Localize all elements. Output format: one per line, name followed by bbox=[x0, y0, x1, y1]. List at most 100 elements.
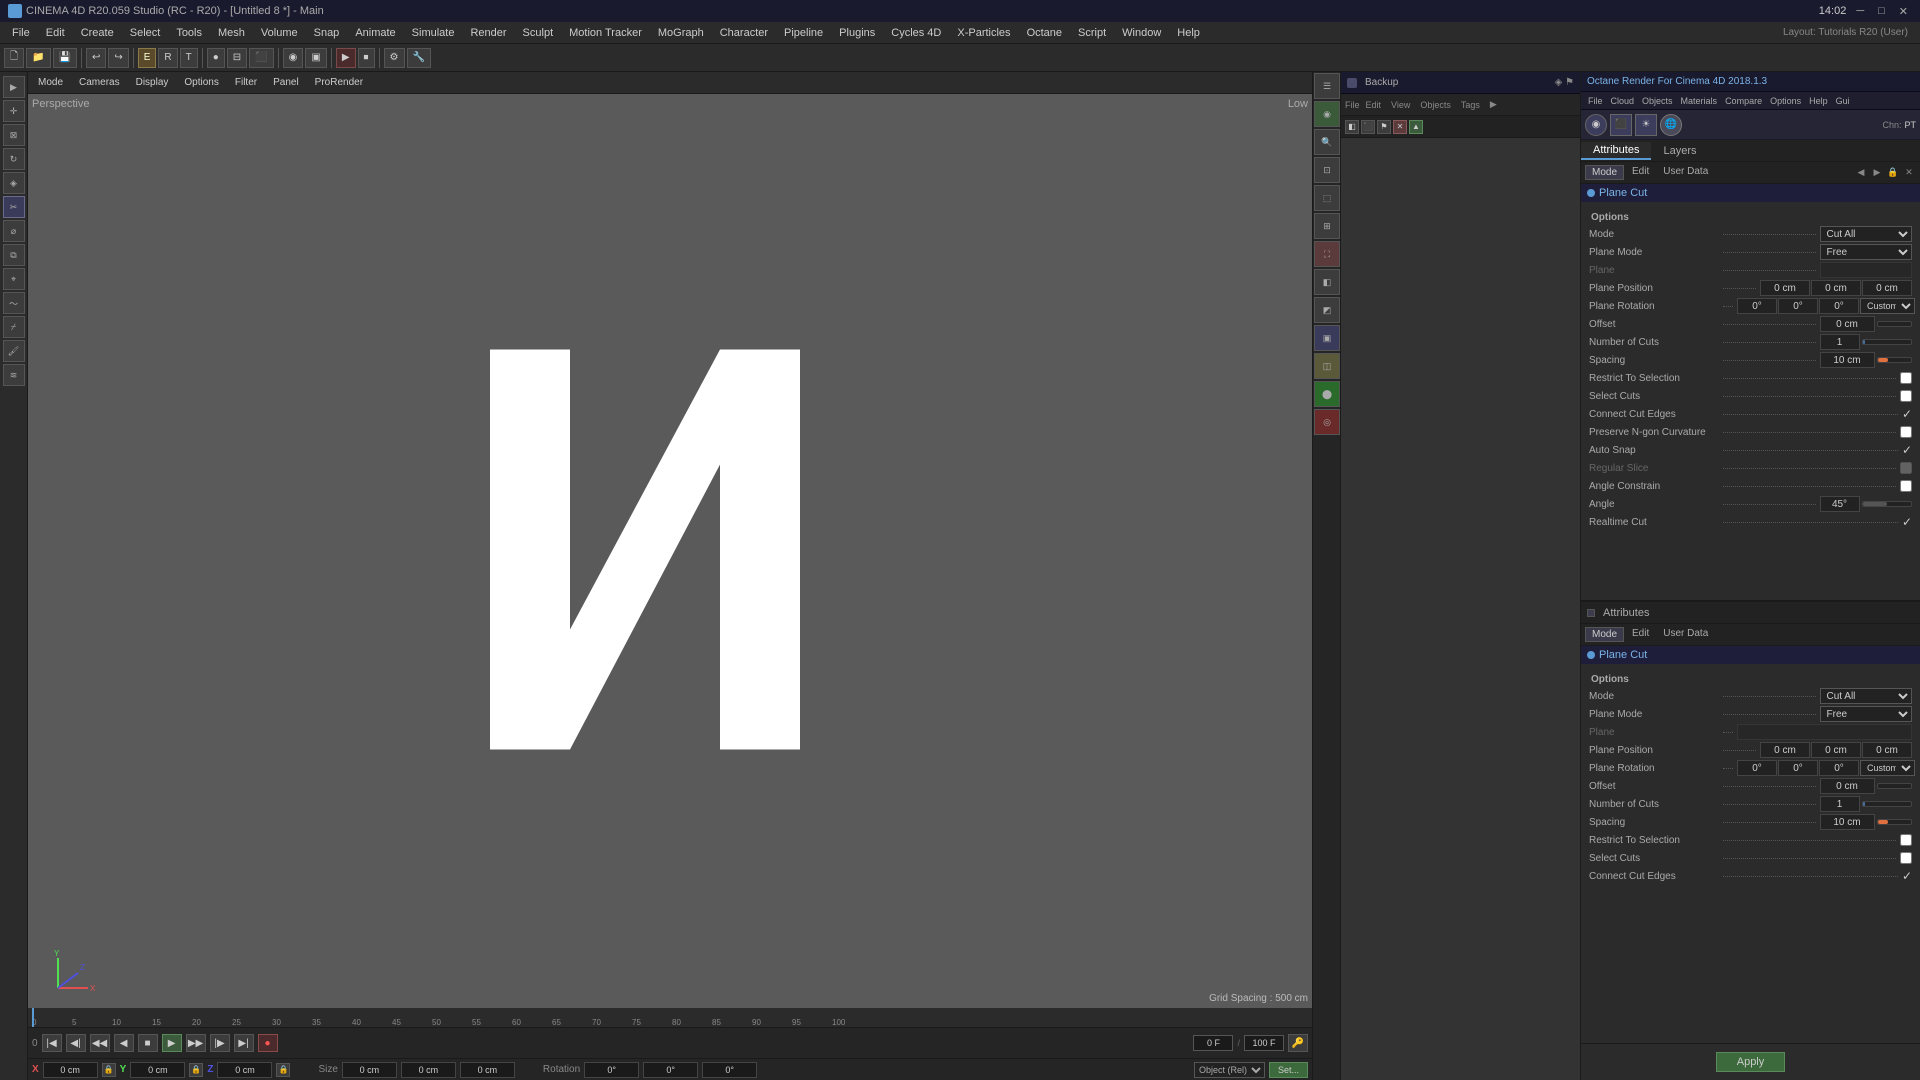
total-frames-input[interactable] bbox=[1244, 1035, 1284, 1051]
menu-sculpt[interactable]: Sculpt bbox=[515, 25, 562, 41]
vs-btn-2[interactable]: ◉ bbox=[1314, 101, 1340, 127]
plane-input-bot[interactable] bbox=[1737, 724, 1912, 740]
maximize-btn[interactable]: □ bbox=[1874, 5, 1889, 17]
p-input[interactable] bbox=[643, 1062, 698, 1078]
planerot-z-top[interactable] bbox=[1819, 298, 1859, 314]
oct-light-btn[interactable]: ☀ bbox=[1635, 114, 1657, 136]
menu-character[interactable]: Character bbox=[712, 25, 776, 41]
tb-more2[interactable]: 🔧 bbox=[407, 48, 431, 68]
tb-undo[interactable]: ↩ bbox=[86, 48, 106, 68]
obj-icon-5[interactable]: ▲ bbox=[1409, 120, 1423, 134]
tb-render2[interactable]: ⏹ bbox=[358, 48, 375, 68]
preserve-checkbox-top[interactable] bbox=[1900, 426, 1912, 438]
vt-filter[interactable]: Filter bbox=[229, 76, 263, 89]
vt-cameras[interactable]: Cameras bbox=[73, 76, 126, 89]
attr-lock-btn[interactable]: 🔒 bbox=[1886, 166, 1900, 180]
oct-gui[interactable]: Gui bbox=[1833, 96, 1853, 106]
y-lock[interactable]: 🔒 bbox=[189, 1063, 203, 1077]
edit-tab[interactable]: Edit bbox=[1626, 165, 1655, 180]
ls-hair[interactable]: ≋ bbox=[3, 364, 25, 386]
menu-tools[interactable]: Tools bbox=[168, 25, 210, 41]
selectcuts-checkbox-top[interactable] bbox=[1900, 390, 1912, 402]
tb-save[interactable]: 💾 bbox=[53, 48, 77, 68]
menu-script[interactable]: Script bbox=[1070, 25, 1114, 41]
numcuts-input-top[interactable] bbox=[1820, 334, 1860, 350]
obj-icon-2[interactable]: ⬛ bbox=[1361, 120, 1375, 134]
ls-select[interactable]: ▶ bbox=[3, 76, 25, 98]
z-position-input[interactable] bbox=[217, 1062, 272, 1078]
ls-live[interactable]: ◈ bbox=[3, 172, 25, 194]
tb-pts[interactable]: ● bbox=[207, 48, 225, 68]
vs-btn-10[interactable]: ▣ bbox=[1314, 325, 1340, 351]
tc-record[interactable]: ● bbox=[258, 1034, 278, 1052]
oct-help[interactable]: Help bbox=[1806, 96, 1831, 106]
planemode-select-top[interactable]: FreeFixed bbox=[1820, 244, 1913, 260]
tc-end[interactable]: ▶| bbox=[234, 1034, 254, 1052]
angleconstrain-checkbox-top[interactable] bbox=[1900, 480, 1912, 492]
tb-redo[interactable]: ↪ bbox=[108, 48, 128, 68]
planerot-custom-top[interactable]: CustomXYXZYZ bbox=[1860, 298, 1915, 314]
x-position-input[interactable] bbox=[43, 1062, 98, 1078]
planerot-y-bot[interactable] bbox=[1778, 760, 1818, 776]
regularslice-checkbox-top[interactable] bbox=[1900, 462, 1912, 474]
planerot-x-top[interactable] bbox=[1737, 298, 1777, 314]
restrict-checkbox-top[interactable] bbox=[1900, 372, 1912, 384]
spacing-input-bot[interactable] bbox=[1820, 814, 1875, 830]
planerot-z-bot[interactable] bbox=[1819, 760, 1859, 776]
planepos-x-top[interactable] bbox=[1760, 280, 1810, 296]
y-size-input[interactable] bbox=[401, 1062, 456, 1078]
planepos-z-bot[interactable] bbox=[1862, 742, 1912, 758]
vs-btn-9[interactable]: ◩ bbox=[1314, 297, 1340, 323]
menu-animate[interactable]: Animate bbox=[347, 25, 403, 41]
oct-file[interactable]: File bbox=[1585, 96, 1606, 106]
tb-obj[interactable]: ◉ bbox=[283, 48, 304, 68]
menu-pipeline[interactable]: Pipeline bbox=[776, 25, 831, 41]
apply-button[interactable]: Apply bbox=[1716, 1052, 1786, 1072]
x-lock[interactable]: 🔒 bbox=[102, 1063, 116, 1077]
objects-menu-view[interactable]: View bbox=[1387, 100, 1414, 110]
planerot-custom-bot[interactable]: CustomXY bbox=[1860, 760, 1915, 776]
tc-next[interactable]: ▶▶ bbox=[186, 1034, 206, 1052]
attr-prev-btn[interactable]: ◀ bbox=[1854, 166, 1868, 180]
ls-knife[interactable]: ✂ bbox=[3, 196, 25, 218]
ls-mirror[interactable]: ⧉ bbox=[3, 244, 25, 266]
menu-file[interactable]: File bbox=[4, 25, 38, 41]
ls-scale[interactable]: ⊠ bbox=[3, 124, 25, 146]
angle-input-top[interactable] bbox=[1820, 496, 1860, 512]
tb-open[interactable]: 📁 bbox=[26, 48, 50, 68]
tc-stop[interactable]: ■ bbox=[138, 1034, 158, 1052]
menu-cycles[interactable]: Cycles 4D bbox=[883, 25, 949, 41]
planepos-z-top[interactable] bbox=[1862, 280, 1912, 296]
attr-close-btn[interactable]: ✕ bbox=[1902, 166, 1916, 180]
ls-sculpt[interactable]: 🖌 bbox=[3, 340, 25, 362]
ls-magnet[interactable]: ⌖ bbox=[3, 268, 25, 290]
ls-rotate[interactable]: ↻ bbox=[3, 148, 25, 170]
close-btn[interactable]: ✕ bbox=[1895, 5, 1912, 18]
oct-options[interactable]: Options bbox=[1767, 96, 1804, 106]
menu-plugins[interactable]: Plugins bbox=[831, 25, 883, 41]
z-size-input[interactable] bbox=[460, 1062, 515, 1078]
set-button[interactable]: Set... bbox=[1269, 1062, 1308, 1078]
minimize-btn[interactable]: ─ bbox=[1852, 5, 1868, 17]
spacing-input-top[interactable] bbox=[1820, 352, 1875, 368]
planerot-y-top[interactable] bbox=[1778, 298, 1818, 314]
y-position-input[interactable] bbox=[130, 1062, 185, 1078]
tb-scale[interactable]: R bbox=[158, 48, 177, 68]
planepos-x-bot[interactable] bbox=[1760, 742, 1810, 758]
tab-attributes[interactable]: Attributes bbox=[1581, 142, 1651, 160]
mode-tab[interactable]: Mode bbox=[1585, 165, 1624, 180]
h-input[interactable] bbox=[584, 1062, 639, 1078]
tb-render[interactable]: ▶ bbox=[336, 48, 356, 68]
vt-panel[interactable]: Panel bbox=[267, 76, 305, 89]
mode-select-bot[interactable]: Cut All bbox=[1820, 688, 1913, 704]
tb-rotate[interactable]: T bbox=[180, 48, 198, 68]
ls-move[interactable]: ✛ bbox=[3, 100, 25, 122]
mode-select-top[interactable]: Cut AllCut Visible bbox=[1820, 226, 1913, 242]
offset-input-top[interactable] bbox=[1820, 316, 1875, 332]
tb-edge[interactable]: ⊟ bbox=[227, 48, 247, 68]
plane-input-top[interactable] bbox=[1820, 262, 1913, 278]
vs-btn-11[interactable]: ◫ bbox=[1314, 353, 1340, 379]
coord-system-select[interactable]: Object (Rel) World bbox=[1194, 1062, 1265, 1078]
planemode-select-bot[interactable]: Free bbox=[1820, 706, 1913, 722]
selectcuts-checkbox-bot[interactable] bbox=[1900, 852, 1912, 864]
